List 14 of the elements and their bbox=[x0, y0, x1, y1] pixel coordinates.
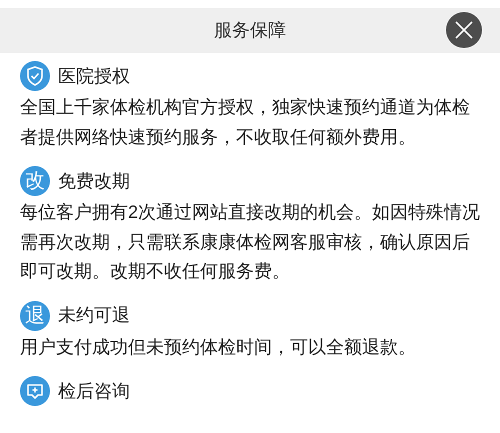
chat-plus-icon bbox=[20, 376, 50, 406]
section-title: 医院授权 bbox=[58, 64, 130, 88]
section-text: 每位客户拥有2次通过网站直接改期的机会。如因特殊情况需再次改期，只需联系康康体检网客服审核，确认原因后即可改期。改期不收任何服务费。 bbox=[20, 201, 480, 283]
header-title: 服务保障 bbox=[214, 19, 286, 42]
shield-check-icon bbox=[20, 61, 50, 91]
section-title: 免费改期 bbox=[58, 170, 130, 192]
section-title: 未约可退 bbox=[58, 304, 130, 327]
section-title: 检后咨询 bbox=[58, 380, 130, 402]
section-text: 用户支付成功但未预约体检时间，可以全额退款。 bbox=[20, 336, 417, 358]
close-icon bbox=[454, 20, 474, 40]
char-icon: 退 bbox=[20, 300, 50, 330]
char-icon: 改 bbox=[20, 166, 50, 196]
section-text: 全国上千家体检机构官方授权，独家快速预约通道为体检者提供网络快速预约服务，不收取任何额外费用。 bbox=[20, 96, 471, 148]
close-button[interactable] bbox=[446, 12, 482, 48]
